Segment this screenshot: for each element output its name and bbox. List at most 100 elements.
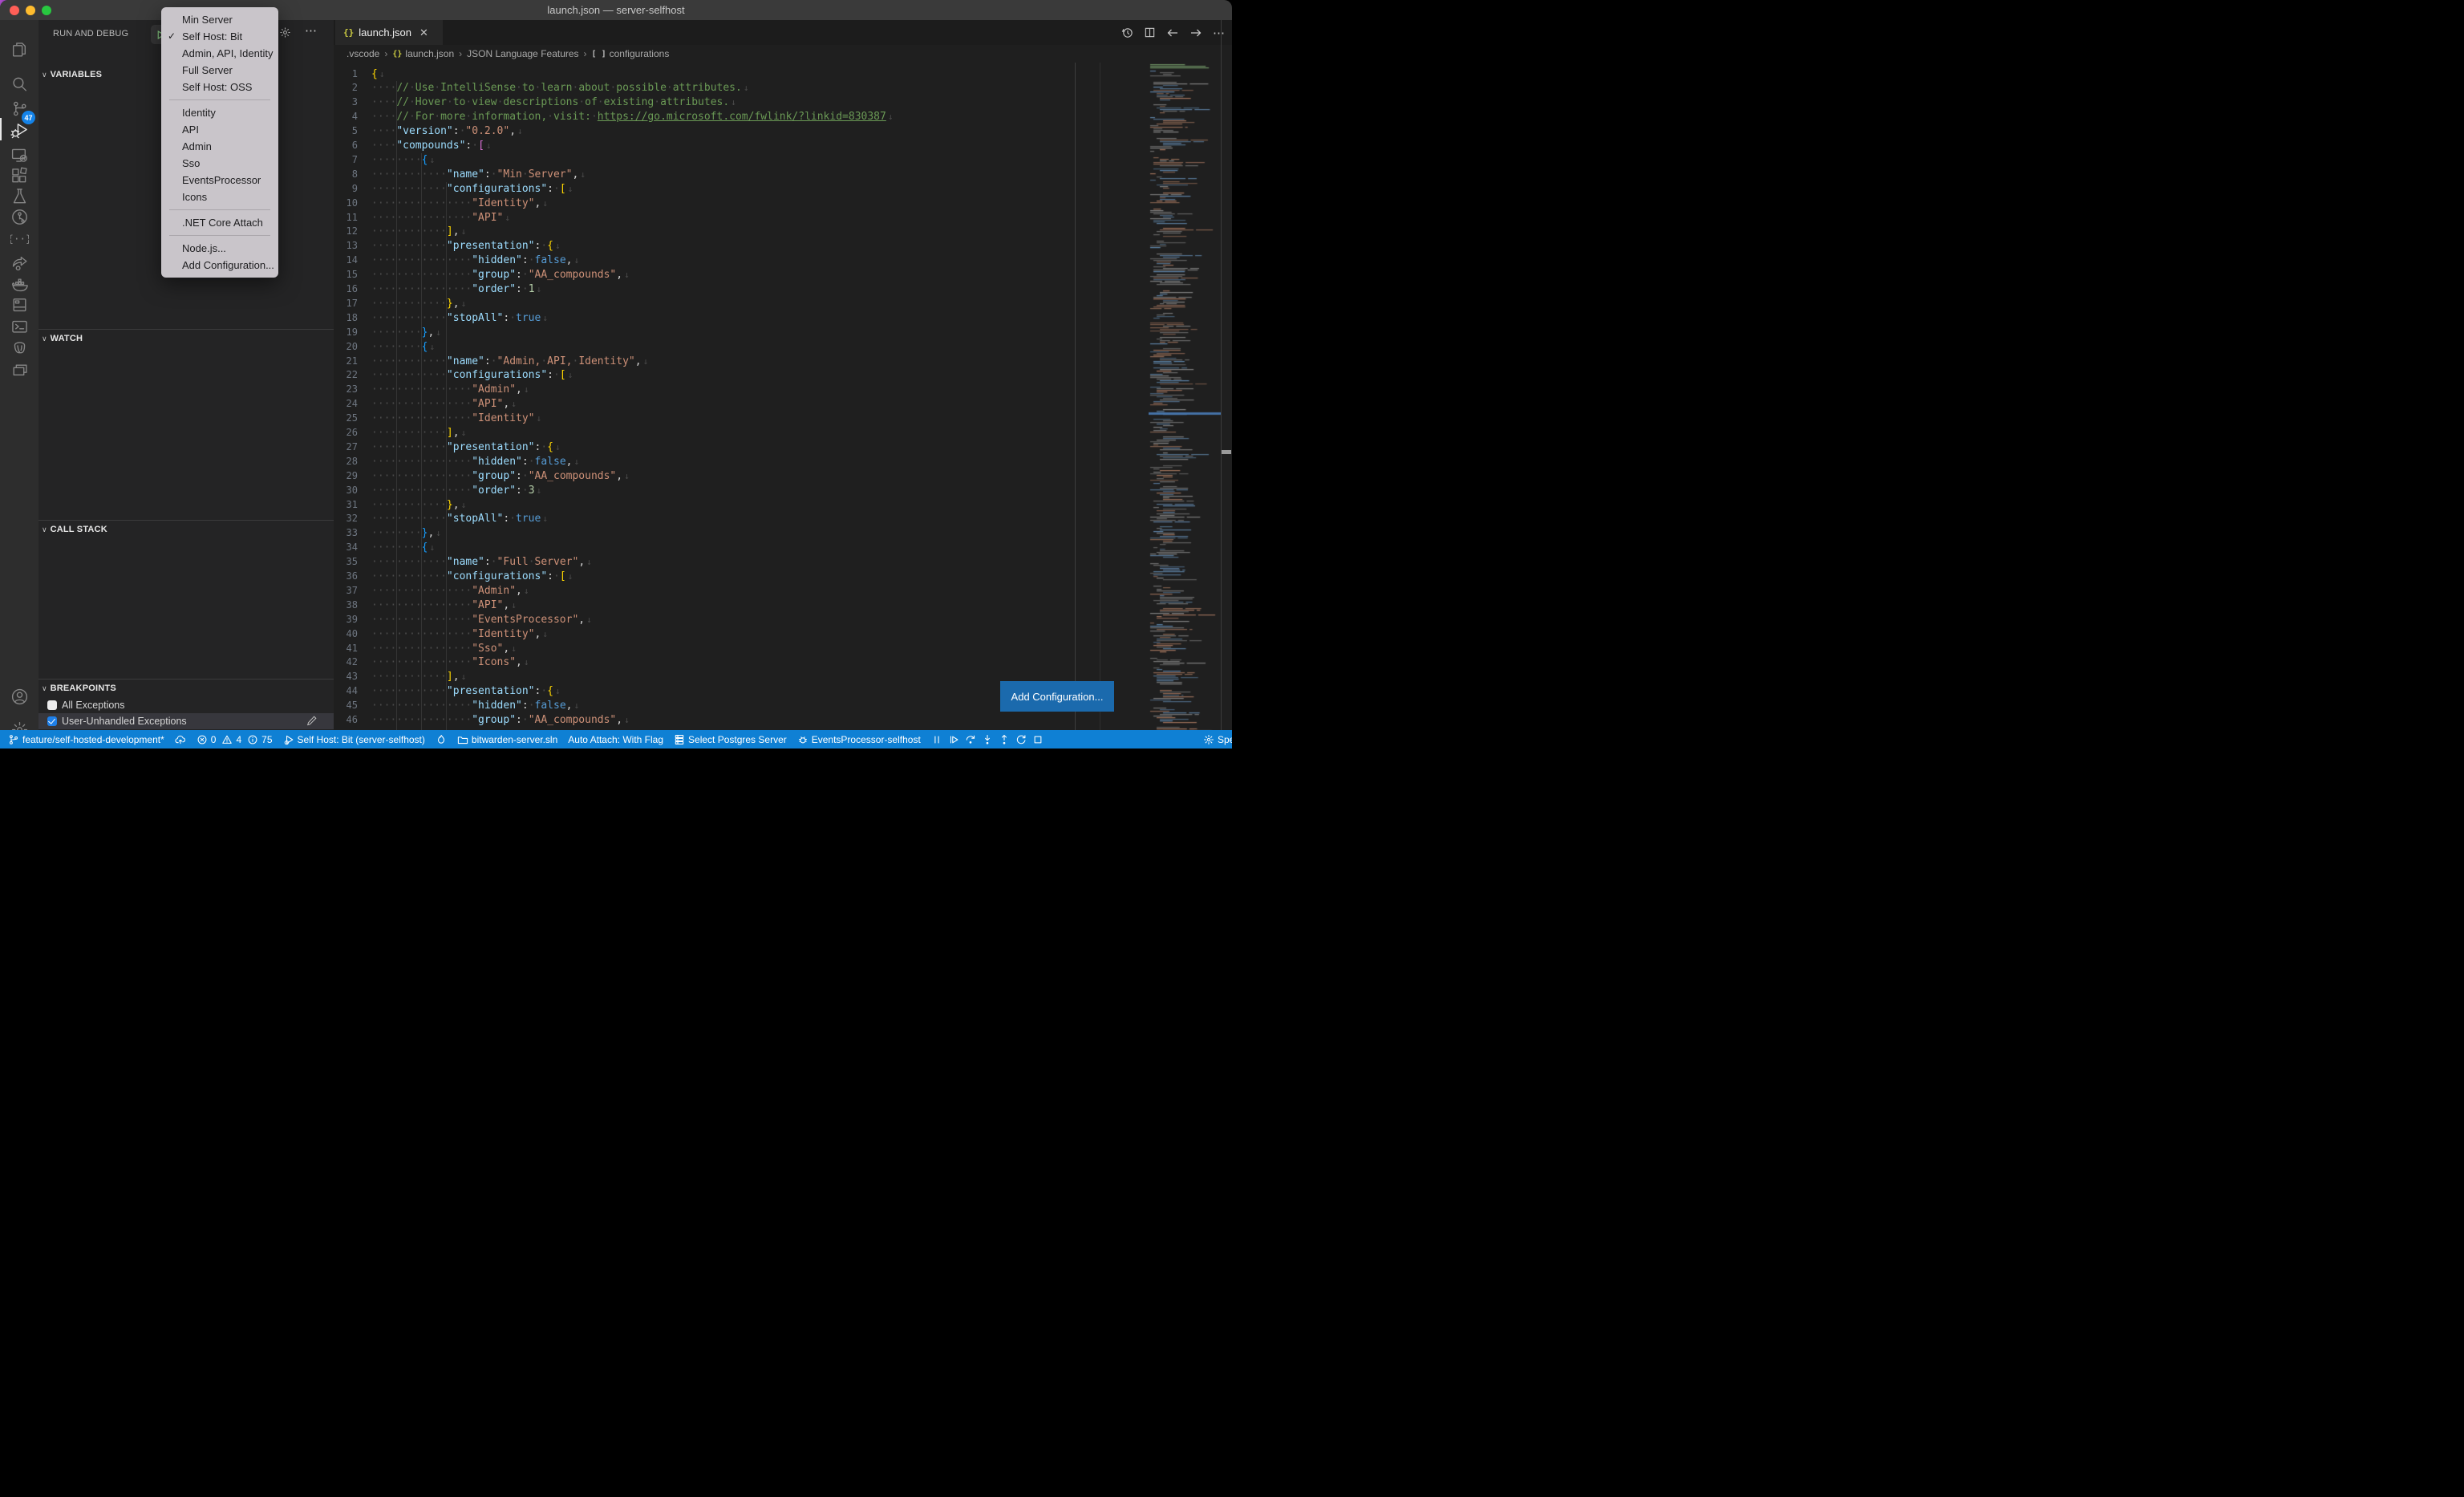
code-line[interactable]: 31············},↓ <box>334 498 466 513</box>
statusbar-item-step-into[interactable] <box>982 734 993 745</box>
statusbar-item-4[interactable]: 4 <box>221 734 241 745</box>
code-line[interactable]: 14················"hidden":·false,↓ <box>334 254 579 268</box>
code-line[interactable]: 19········},↓ <box>334 326 441 340</box>
code-line[interactable]: 8············"name":·"Min·Server",↓ <box>334 168 586 182</box>
breadcrumb-item[interactable]: JSON Language Features <box>467 48 578 59</box>
statusbar-item-self-host-bit-server-selfhost[interactable]: Self Host: Bit (server-selfhost) <box>283 734 425 745</box>
statusbar-item-select-postgres-server[interactable]: Select Postgres Server <box>674 734 787 745</box>
timeline-history-icon[interactable] <box>1121 26 1133 39</box>
code-line[interactable]: 40················"Identity",↓ <box>334 627 548 642</box>
tab-launch-json[interactable]: {} launch.json ✕ <box>335 20 443 45</box>
statusbar-item-0[interactable]: 0 <box>197 734 217 745</box>
code-line[interactable]: 3····//·Hover·to·view·descriptions·of·ex… <box>334 95 736 110</box>
statusbar-item-step-over[interactable] <box>965 734 976 745</box>
activity-item-window-layouts[interactable] <box>0 352 38 387</box>
menu-item[interactable]: Add Configuration... <box>161 257 278 274</box>
code-line[interactable]: 10················"Identity",↓ <box>334 197 548 211</box>
code-line[interactable]: 2····//·Use·IntelliSense·to·learn·about·… <box>334 81 748 95</box>
breadcrumb-item[interactable]: {}launch.json <box>392 48 454 59</box>
menu-item[interactable]: ✓Self Host: Bit <box>161 28 278 45</box>
activity-item-explorer[interactable] <box>0 31 38 67</box>
code-line[interactable]: 41················"Sso",↓ <box>334 642 517 656</box>
menu-item[interactable]: Identity <box>161 104 278 121</box>
scrollbar[interactable] <box>1221 63 1232 730</box>
code-line[interactable]: 32············"stopAll":·true↓ <box>334 512 548 526</box>
code-line[interactable]: 20········{↓ <box>334 340 435 355</box>
menu-item[interactable]: API <box>161 121 278 138</box>
code-line[interactable]: 38················"API",↓ <box>334 598 517 613</box>
code-line[interactable]: 35············"name":·"Full·Server",↓ <box>334 555 592 570</box>
code-line[interactable]: 46················"group":·"AA_compounds… <box>334 713 630 728</box>
navigate-back-icon[interactable] <box>1166 26 1179 39</box>
menu-item[interactable]: Admin, API, Identity <box>161 45 278 62</box>
menu-item[interactable]: Min Server <box>161 11 278 28</box>
statusbar-item-stop[interactable] <box>1032 734 1044 745</box>
menu-item[interactable]: Icons <box>161 189 278 205</box>
code-line[interactable]: 15················"group":·"AA_compounds… <box>334 268 630 282</box>
code-line[interactable]: 27············"presentation":·{↓ <box>334 440 561 455</box>
code-line[interactable]: 17············},↓ <box>334 297 466 311</box>
menu-item[interactable]: Self Host: OSS <box>161 79 278 95</box>
menu-item[interactable]: .NET Core Attach <box>161 214 278 231</box>
statusbar-item-restart[interactable] <box>1015 734 1027 745</box>
statusbar-item-spell[interactable]: Spell <box>1203 734 1232 745</box>
code-line[interactable]: 9············"configurations":·[↓ <box>334 182 573 197</box>
code-line[interactable]: 12············],↓ <box>334 225 466 239</box>
menu-item[interactable]: EventsProcessor <box>161 172 278 189</box>
code-line[interactable]: 26············],↓ <box>334 426 466 440</box>
code-line[interactable]: 28················"hidden":·false,↓ <box>334 455 579 469</box>
code-line[interactable]: 44············"presentation":·{↓ <box>334 684 561 699</box>
code-line[interactable]: 21············"name":·"Admin,·API,·Ident… <box>334 355 648 369</box>
code-line[interactable]: 25················"Identity"↓ <box>334 412 541 426</box>
statusbar-item-bitwarden-server-sln[interactable]: bitwarden-server.sln <box>457 734 557 745</box>
code-line[interactable]: 13············"presentation":·{↓ <box>334 239 561 254</box>
code-line[interactable]: 11················"API"↓ <box>334 211 510 225</box>
checkbox-checked[interactable] <box>47 716 57 726</box>
code-line[interactable]: 6····"compounds":·[↓ <box>334 139 492 153</box>
breakpoint-user-unhandled-row[interactable]: User-Unhandled Exceptions <box>38 713 334 729</box>
code-line[interactable]: 34········{↓ <box>334 541 435 555</box>
menu-item[interactable]: Sso <box>161 155 278 172</box>
statusbar-item-auto-attach-with-flag[interactable]: Auto Attach: With Flag <box>568 734 663 745</box>
menu-item[interactable]: Node.js... <box>161 240 278 257</box>
statusbar-item-feature-self-hosted-development[interactable]: feature/self-hosted-development* <box>8 734 164 745</box>
breakpoint-all-exceptions-row[interactable]: All Exceptions <box>38 697 334 713</box>
navigate-forward-icon[interactable] <box>1189 26 1202 39</box>
debug-settings-gear-button[interactable] <box>279 26 291 43</box>
code-line[interactable]: 22············"configurations":·[↓ <box>334 368 573 383</box>
code-line[interactable]: 42················"Icons",↓ <box>334 655 529 670</box>
code-line[interactable]: 23················"Admin",↓ <box>334 383 529 397</box>
code-line[interactable]: 36············"configurations":·[↓ <box>334 570 573 584</box>
code-line[interactable]: 4····//·For·more·information,·visit:·htt… <box>334 110 893 124</box>
code-line[interactable]: 29················"group":·"AA_compounds… <box>334 469 630 484</box>
watch-section-header[interactable]: ∨ WATCH <box>38 329 334 347</box>
minimap[interactable] <box>1149 63 1221 748</box>
statusbar-item-75[interactable]: 75 <box>247 734 272 745</box>
code-line[interactable]: 33········},↓ <box>334 526 441 541</box>
statusbar-item-step-out[interactable] <box>999 734 1010 745</box>
statusbar-item-cloud-upload[interactable] <box>175 734 186 745</box>
checkbox-unchecked[interactable] <box>47 700 57 710</box>
statusbar-item-flame[interactable] <box>436 734 447 745</box>
code-line[interactable]: 7········{↓ <box>334 153 435 168</box>
more-actions-icon[interactable]: ⋯ <box>1213 26 1226 40</box>
code-line[interactable]: 18············"stopAll":·true↓ <box>334 311 548 326</box>
breakpoints-section-header[interactable]: ∨ BREAKPOINTS <box>38 679 334 697</box>
statusbar-item-pause[interactable] <box>931 734 942 745</box>
code-line[interactable]: 37················"Admin",↓ <box>334 584 529 598</box>
code-line[interactable]: 39················"EventsProcessor",↓ <box>334 613 592 627</box>
code-line[interactable]: 1{↓ <box>334 67 384 82</box>
breadcrumb-item[interactable]: .vscode <box>346 48 379 59</box>
split-editor-icon[interactable] <box>1144 26 1156 39</box>
breadcrumb-item[interactable]: [ ]configurations <box>592 48 670 59</box>
add-configuration-button[interactable]: Add Configuration... <box>1000 681 1114 712</box>
menu-item[interactable]: Full Server <box>161 62 278 79</box>
code-editor[interactable]: 1{↓2····//·Use·IntelliSense·to·learn·abo… <box>334 63 1133 730</box>
call-stack-section-header[interactable]: ∨ CALL STACK <box>38 520 334 538</box>
code-line[interactable]: 5····"version":·"0.2.0",↓ <box>334 124 523 139</box>
close-tab-icon[interactable]: ✕ <box>419 26 428 39</box>
activity-item-accounts[interactable] <box>0 679 38 714</box>
edit-breakpoint-pencil-button[interactable] <box>306 715 318 730</box>
code-line[interactable]: 30················"order":·3↓ <box>334 484 541 498</box>
statusbar-item-continue[interactable] <box>948 734 959 745</box>
